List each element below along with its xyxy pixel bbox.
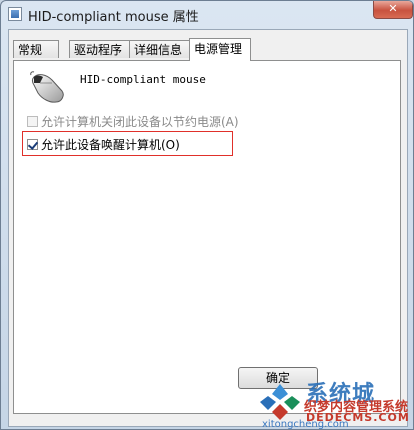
window-title: HID-compliant mouse 属性 bbox=[28, 10, 199, 25]
allow-power-off-option: 允许计算机关闭此设备以节约电源(A) bbox=[27, 113, 239, 130]
watermark-logo-icon bbox=[260, 384, 300, 420]
window-icon bbox=[8, 7, 22, 21]
device-name: HID-compliant mouse bbox=[80, 73, 206, 86]
watermark-url: xitongcheng.com bbox=[262, 419, 349, 430]
close-button[interactable]: ✕ bbox=[373, 1, 413, 19]
tab-details[interactable]: 详细信息 bbox=[129, 40, 191, 58]
close-icon: ✕ bbox=[388, 2, 398, 15]
site-watermark: 系统城 织梦内容管理系统 DEDECMS.COM xitongcheng.com bbox=[258, 378, 414, 430]
tab-power-management[interactable]: 电源管理 bbox=[189, 38, 251, 61]
allow-wake-label[interactable]: 允许此设备唤醒计算机(O) bbox=[41, 138, 180, 152]
allow-wake-option[interactable]: 允许此设备唤醒计算机(O) bbox=[27, 136, 180, 153]
properties-window: HID-compliant mouse 属性 ✕ 常规 驱动程序 详细信息 电源… bbox=[0, 0, 414, 430]
title-bar[interactable]: HID-compliant mouse 属性 ✕ bbox=[1, 1, 413, 29]
tab-general[interactable]: 常规 bbox=[13, 40, 59, 58]
power-management-panel: HID-compliant mouse 允许计算机关闭此设备以节约电源(A) 允… bbox=[13, 60, 401, 414]
allow-power-off-checkbox bbox=[27, 116, 38, 127]
allow-wake-checkbox[interactable] bbox=[27, 139, 38, 150]
dialog-client-area: 常规 驱动程序 详细信息 电源管理 HID-compliant mouse 允许… bbox=[8, 29, 408, 427]
mouse-icon bbox=[30, 71, 64, 103]
allow-power-off-label: 允许计算机关闭此设备以节约电源(A) bbox=[41, 115, 239, 129]
tab-driver[interactable]: 驱动程序 bbox=[69, 40, 131, 58]
